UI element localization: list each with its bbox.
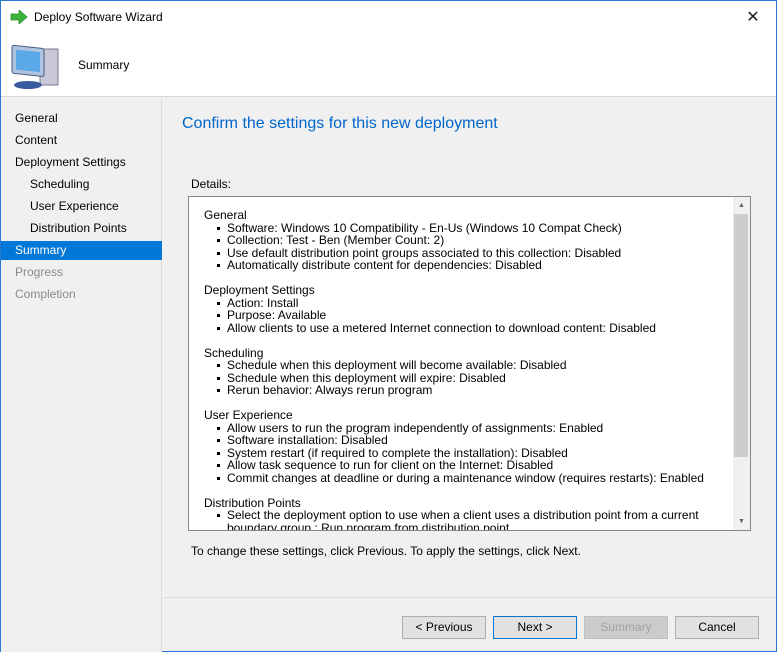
summary-section: Scheduling Schedule when this deployment … bbox=[204, 346, 734, 397]
summary-item: Collection: Test - Ben (Member Count: 2) bbox=[215, 234, 734, 247]
details-content: General Software: Windows 10 Compatibilit… bbox=[204, 209, 734, 530]
sidebar-item-user-experience[interactable]: User Experience bbox=[1, 197, 162, 216]
instruction-note: To change these settings, click Previous… bbox=[191, 544, 581, 558]
summary-section: General Software: Windows 10 Compatibilit… bbox=[204, 209, 734, 272]
scroll-down-arrow-icon[interactable]: ▼ bbox=[733, 513, 750, 530]
scrollbar-thumb[interactable] bbox=[734, 214, 748, 457]
section-title: Deployment Settings bbox=[204, 283, 315, 297]
wizard-sidebar: General Content Deployment Settings Schedul… bbox=[1, 98, 162, 652]
wizard-window: Deploy Software Wizard ✕ Summary General… bbox=[0, 0, 777, 652]
summary-section: User Experience Allow users to run the pr… bbox=[204, 409, 734, 484]
computer-icon bbox=[11, 44, 59, 89]
sidebar-item-content[interactable]: Content bbox=[1, 131, 162, 150]
summary-item: Commit changes at deadline or during a m… bbox=[215, 471, 734, 485]
previous-button[interactable]: < Previous bbox=[402, 616, 486, 639]
window-title: Deploy Software Wizard bbox=[34, 9, 163, 24]
vertical-scrollbar[interactable]: ▲ ▼ bbox=[733, 197, 750, 530]
summary-section: Distribution Points Select the deployment… bbox=[204, 496, 734, 530]
details-label: Details: bbox=[191, 177, 232, 191]
summary-item: Allow task sequence to run for client on… bbox=[215, 459, 734, 472]
section-title: User Experience bbox=[204, 408, 293, 422]
button-bar: < Previous Next > Summary Cancel bbox=[163, 597, 776, 652]
summary-button: Summary bbox=[584, 616, 668, 639]
scroll-up-arrow-icon[interactable]: ▲ bbox=[733, 197, 750, 214]
summary-item: Schedule when this deployment will becom… bbox=[215, 359, 734, 372]
summary-section: Deployment Settings Action: Install Purpos… bbox=[204, 284, 734, 334]
close-button[interactable]: ✕ bbox=[730, 1, 776, 32]
next-button[interactable]: Next > bbox=[493, 616, 577, 639]
summary-item: Purpose: Available bbox=[215, 309, 734, 322]
sidebar-item-summary[interactable]: Summary bbox=[1, 241, 162, 260]
title-bar: Deploy Software Wizard ✕ bbox=[1, 1, 776, 32]
section-title: General bbox=[204, 208, 247, 222]
wizard-header: Summary bbox=[1, 32, 776, 97]
summary-item: Allow clients to use a metered Internet … bbox=[215, 321, 734, 335]
cancel-button[interactable]: Cancel bbox=[675, 616, 759, 639]
summary-item: Rerun behavior: Always rerun program bbox=[215, 384, 734, 397]
sidebar-item-deployment-settings[interactable]: Deployment Settings bbox=[1, 153, 162, 172]
sidebar-item-scheduling[interactable]: Scheduling bbox=[1, 175, 162, 194]
page-heading: Confirm the settings for this new deploy… bbox=[182, 115, 498, 132]
main-panel: Confirm the settings for this new deploy… bbox=[163, 98, 776, 598]
details-textbox[interactable]: General Software: Windows 10 Compatibilit… bbox=[188, 196, 751, 531]
sidebar-item-distribution-points[interactable]: Distribution Points bbox=[1, 219, 162, 238]
summary-item: Automatically distribute content for dep… bbox=[215, 259, 734, 272]
summary-item: Software installation: Disabled bbox=[215, 434, 734, 447]
sidebar-item-progress: Progress bbox=[15, 265, 64, 279]
step-title: Summary bbox=[78, 58, 130, 72]
green-arrow-icon bbox=[10, 9, 28, 24]
summary-item: Select the deployment option to use when… bbox=[215, 509, 734, 530]
sidebar-item-completion: Completion bbox=[15, 287, 76, 301]
sidebar-item-general[interactable]: General bbox=[1, 109, 162, 128]
